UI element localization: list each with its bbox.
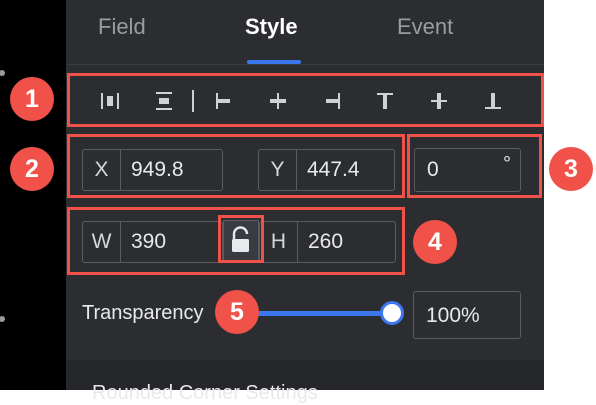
- transparency-label: Transparency: [82, 302, 204, 324]
- tab-field[interactable]: Field: [98, 14, 146, 40]
- tabs-divider: [66, 64, 544, 65]
- edge-dot: [0, 70, 5, 76]
- transparency-input[interactable]: 100%: [413, 291, 521, 339]
- rounded-corner-heading: Rounded Corner Settings: [92, 382, 318, 404]
- annotation-badge-2: 2: [10, 147, 54, 191]
- transparency-slider-knob[interactable]: [380, 301, 404, 325]
- left-canvas-strip: [0, 0, 66, 390]
- annotation-badge-5: 5: [215, 290, 259, 334]
- annotation-badge-1: 1: [10, 77, 54, 121]
- edge-dot: [0, 316, 5, 322]
- annotation-badge-3: 3: [549, 147, 593, 191]
- transparency-slider-track[interactable]: [252, 311, 392, 316]
- tab-style[interactable]: Style: [245, 14, 298, 40]
- highlight-box-alignment: [67, 73, 544, 127]
- tab-event[interactable]: Event: [397, 14, 453, 40]
- highlight-box-lock: [218, 215, 264, 263]
- transparency-value[interactable]: 100%: [426, 304, 480, 328]
- highlight-box-position: [67, 134, 405, 198]
- highlight-box-rotation: [407, 134, 542, 198]
- annotation-badge-4: 4: [413, 220, 457, 264]
